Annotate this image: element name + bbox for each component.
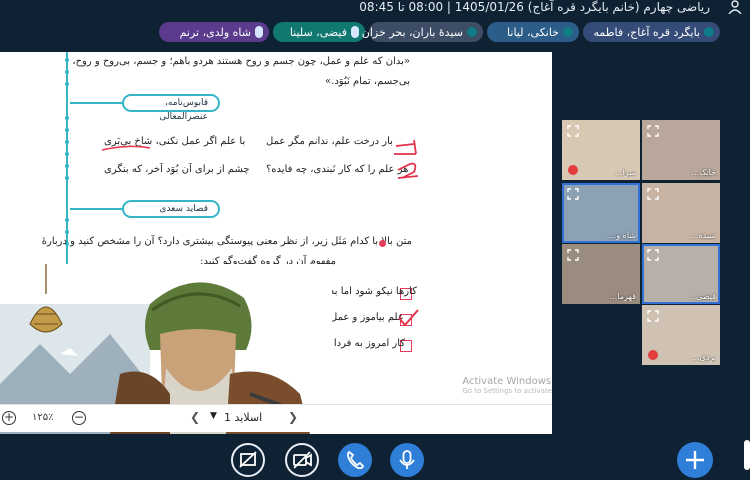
chevron-left-icon[interactable]: ❮ bbox=[190, 410, 200, 424]
expand-icon[interactable] bbox=[567, 125, 579, 137]
expand-icon[interactable] bbox=[567, 188, 579, 200]
camera-off-button[interactable] bbox=[285, 443, 319, 477]
slide-label: اسلاید 1 bbox=[224, 411, 263, 424]
pen-annotation bbox=[101, 139, 419, 179]
status-dot-icon bbox=[467, 27, 477, 37]
expand-icon[interactable] bbox=[647, 249, 659, 261]
chevron-right-icon[interactable]: ❯ bbox=[288, 410, 298, 424]
expand-icon[interactable] bbox=[567, 249, 579, 261]
dropdown-caret-icon: ▼ bbox=[210, 411, 217, 421]
expand-icon[interactable] bbox=[647, 188, 659, 200]
camera-off-icon bbox=[293, 451, 312, 469]
mic-icon bbox=[255, 26, 263, 38]
source-tag: قصاید سعدی bbox=[122, 200, 220, 218]
participant-chip[interactable]: خانکی، لیانا bbox=[487, 22, 579, 42]
add-button[interactable] bbox=[677, 442, 713, 478]
expand-icon[interactable] bbox=[647, 125, 659, 137]
video-tile[interactable]: سیده... bbox=[642, 183, 720, 243]
phone-button[interactable] bbox=[338, 443, 372, 477]
slide-toolbar: + ۱۲۵٪ − ❮ ▼ اسلاید 1 ❯ bbox=[0, 404, 552, 432]
bullet-icon bbox=[379, 240, 386, 247]
status-dot-icon bbox=[704, 27, 714, 37]
participant-chip[interactable]: شاه ولدی، ترنم bbox=[159, 22, 269, 42]
activation-watermark: Activate Windows Go to Settings to activ… bbox=[462, 376, 552, 395]
participant-chip[interactable]: فیضی، سلینا bbox=[273, 22, 365, 42]
video-tile[interactable]: سرا... bbox=[562, 120, 640, 180]
video-tile[interactable]: بردی... bbox=[642, 305, 720, 365]
expand-icon[interactable] bbox=[647, 310, 659, 322]
plus-icon bbox=[686, 451, 704, 469]
class-title: ریاضی چهارم (خانم بایگرد قره آغاج) 1405/… bbox=[359, 0, 710, 14]
mic-icon bbox=[399, 450, 415, 469]
zoom-out-button[interactable]: − bbox=[72, 411, 86, 425]
participant-list: بایگرد قره آغاج، فاطمه خانکی، لیانا سیدۀ… bbox=[159, 22, 720, 44]
participant-chip[interactable]: بایگرد قره آغاج، فاطمه bbox=[583, 22, 720, 42]
user-icon[interactable] bbox=[726, 0, 744, 14]
share-screen-button[interactable] bbox=[231, 443, 265, 477]
zoom-in-button[interactable]: + bbox=[2, 411, 16, 425]
mic-icon bbox=[351, 26, 359, 38]
decorative-rule bbox=[65, 52, 69, 266]
mic-button[interactable] bbox=[390, 443, 424, 477]
video-tile[interactable]: فیضی... bbox=[642, 244, 720, 304]
quote-line: بی‌جسم، تمام نَبُوَد.» bbox=[325, 76, 410, 87]
phone-icon bbox=[347, 450, 365, 470]
video-tile[interactable]: شاه و... bbox=[562, 183, 640, 243]
participant-chip[interactable]: سیدۀ باران، بحر خزان bbox=[362, 22, 483, 42]
decorative-line bbox=[70, 102, 122, 104]
question-text: متن بالا با کدام مَثَل زیر، از نظر معنی … bbox=[41, 236, 412, 247]
video-tile[interactable]: قهرما... bbox=[562, 244, 640, 304]
zoom-level: ۱۲۵٪ bbox=[32, 412, 54, 423]
checkmark-icon bbox=[398, 309, 419, 327]
top-bar: ریاضی چهارم (خانم بایگرد قره آغاج) 1405/… bbox=[0, 0, 750, 16]
slide-view: «بدان که علم و عمل، چون جسم و روح هستند … bbox=[0, 52, 552, 434]
video-tile[interactable]: خانک... bbox=[642, 120, 720, 180]
status-dot-icon bbox=[563, 27, 573, 37]
share-screen-icon bbox=[239, 451, 257, 468]
source-tag: قابوس‌نامه، عنصرالمعالی bbox=[122, 94, 220, 122]
decorative-line bbox=[70, 208, 122, 210]
panel-scrollbar[interactable] bbox=[744, 440, 750, 470]
slide-selector[interactable]: ❮ ▼ اسلاید 1 ❯ bbox=[190, 410, 300, 426]
quote-line: «بدان که علم و عمل، چون جسم و روح هستند … bbox=[72, 56, 410, 67]
